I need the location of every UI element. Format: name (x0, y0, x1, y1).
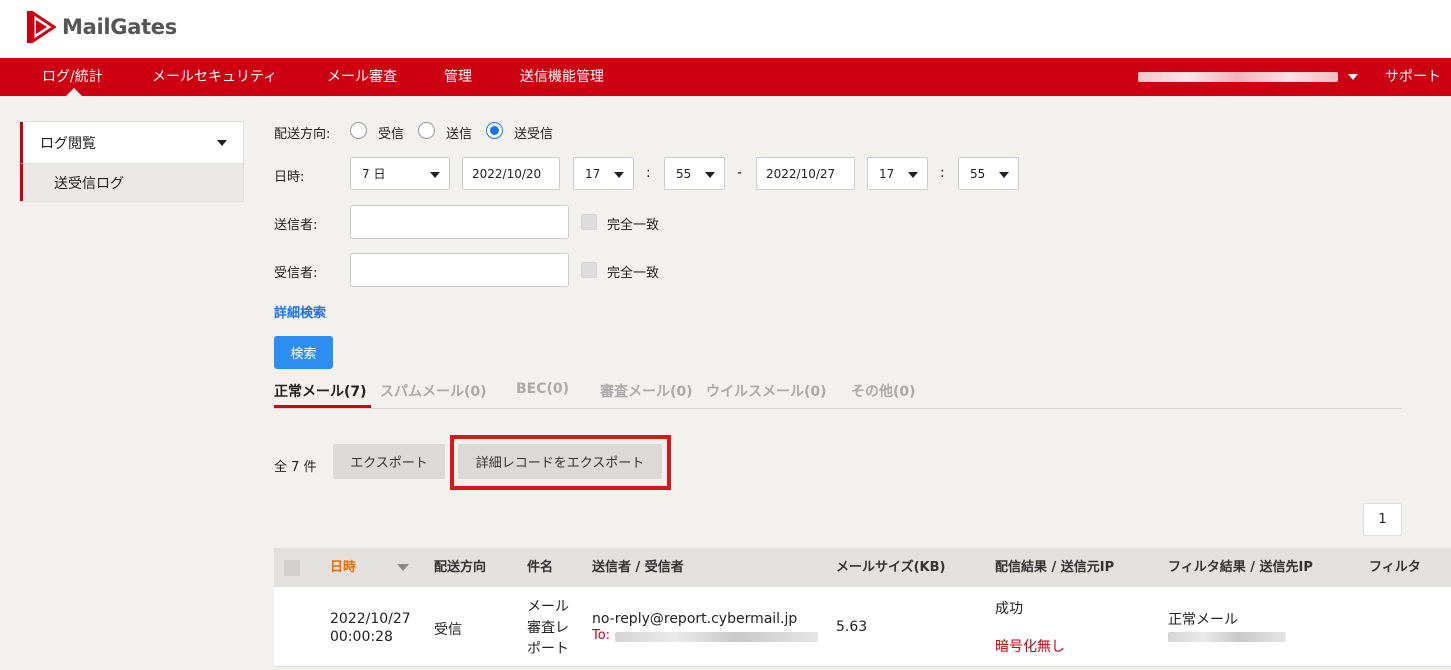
sidebar-section-log-view[interactable]: ログ閲覧 (20, 122, 243, 163)
sender-input[interactable] (350, 205, 569, 239)
tab-virus-mail[interactable]: ウイルスメール(0) (706, 381, 827, 401)
nav-admin[interactable]: 管理 (444, 58, 472, 96)
end-date-input[interactable]: 2022/10/27 (756, 157, 855, 190)
chevron-down-icon (430, 172, 440, 178)
top-header: MailGates (0, 0, 1451, 58)
radio-send-receive[interactable] (486, 122, 503, 139)
row-to-prefix: To: (592, 628, 611, 643)
end-minute-select[interactable]: 55 (958, 157, 1019, 190)
sidebar-item-mail-log[interactable]: 送受信ログ (20, 163, 243, 201)
result-count: 全 7 件 (274, 460, 317, 475)
receiver-label: 受信者: (274, 266, 318, 281)
sidebar-section-label: ログ閲覧 (40, 135, 96, 152)
tab-bec[interactable]: BEC(0) (516, 381, 569, 397)
table-header: 日時 配送方向 件名 送信者 / 受信者 メールサイズ(KB) 配信結果 / 送… (274, 548, 1451, 587)
period-value: 7 日 (362, 167, 386, 181)
select-all-checkbox[interactable] (284, 560, 300, 576)
time-colon: : (940, 165, 945, 181)
sender-exact-match-label: 完全一致 (607, 218, 660, 233)
export-button[interactable]: エクスポート (333, 444, 445, 479)
range-separator: - (737, 165, 743, 181)
row-subject-line: メール (527, 599, 569, 615)
app-name: MailGates (62, 15, 177, 39)
row-subject-line: 審査レ (527, 620, 569, 636)
user-menu[interactable] (1138, 58, 1358, 96)
col-delivery: 配信結果 / 送信元IP (995, 560, 1115, 575)
col-filter: フィルタ (1369, 560, 1421, 575)
receiver-input[interactable] (350, 253, 569, 287)
sidebar-item-label: 送受信ログ (54, 175, 124, 192)
redacted-recipient (615, 632, 818, 642)
radio-send-receive-label: 送受信 (514, 127, 554, 142)
sender-exact-match-checkbox[interactable] (581, 214, 597, 230)
radio-send-label: 送信 (446, 127, 473, 142)
receiver-exact-match-checkbox[interactable] (581, 262, 597, 278)
start-hour-value: 17 (585, 166, 601, 181)
main-nav: ログ/統計 メールセキュリティ メール審査 管理 送信機能管理 サポート (0, 58, 1451, 96)
table-row[interactable]: 2022/10/27 00:00:28 受信 メール 審査レ ポート no-re… (274, 587, 1451, 667)
col-subject: 件名 (527, 560, 554, 575)
mailgates-logo-icon (27, 10, 56, 44)
tab-normal-mail[interactable]: 正常メール(7) (274, 381, 367, 401)
row-sender[interactable]: no-reply@report.cybermail.jp (592, 611, 797, 627)
start-minute-value: 55 (676, 166, 692, 181)
col-datetime[interactable]: 日時 (330, 548, 356, 587)
end-hour-value: 17 (879, 166, 895, 181)
chevron-down-icon (705, 172, 715, 178)
advanced-search-link[interactable]: 詳細検索 (274, 302, 326, 321)
pagination-page[interactable]: 1 (1363, 503, 1402, 536)
chevron-down-icon (1348, 74, 1358, 80)
period-select[interactable]: 7 日 (350, 157, 450, 190)
search-button[interactable]: 検索 (274, 336, 333, 369)
highlight-box (450, 435, 671, 490)
nav-mail-security[interactable]: メールセキュリティ (152, 58, 277, 96)
chevron-down-icon (217, 139, 227, 146)
chevron-down-icon (614, 172, 624, 178)
sidebar: ログ閲覧 送受信ログ (19, 121, 244, 202)
end-minute-value: 55 (970, 166, 986, 181)
row-time: 00:00:28 (330, 629, 393, 645)
logo[interactable]: MailGates (26, 10, 177, 44)
chevron-down-icon (908, 172, 918, 178)
time-colon: : (646, 165, 651, 181)
receiver-exact-match-label: 完全一致 (607, 266, 660, 281)
redacted-destination-ip (1168, 632, 1286, 642)
radio-send[interactable] (418, 122, 435, 139)
tab-other[interactable]: その他(0) (851, 381, 916, 401)
radio-receive[interactable] (350, 122, 367, 139)
row-size: 5.63 (836, 619, 868, 635)
row-delivery-status: 成功 (995, 601, 1023, 617)
nav-mail-review[interactable]: メール審査 (327, 58, 397, 96)
end-hour-select[interactable]: 17 (867, 157, 928, 190)
date-label: 日時: (274, 170, 305, 185)
row-encryption: 暗号化無し (995, 639, 1065, 655)
start-minute-select[interactable]: 55 (664, 157, 725, 190)
col-direction: 配送方向 (434, 560, 487, 575)
col-sender-receiver: 送信者 / 受信者 (592, 560, 684, 575)
nav-send-management[interactable]: 送信機能管理 (520, 58, 604, 96)
redacted-username (1138, 72, 1338, 82)
tab-review-mail[interactable]: 審査メール(0) (600, 381, 693, 401)
row-filter-result: 正常メール (1168, 612, 1238, 628)
row-direction: 受信 (434, 622, 462, 638)
tab-spam-mail[interactable]: スパムメール(0) (380, 381, 487, 401)
active-nav-indicator (66, 88, 82, 96)
row-subject-line: ポート (527, 641, 569, 657)
radio-receive-label: 受信 (378, 127, 405, 142)
sort-desc-icon[interactable] (397, 564, 409, 571)
sender-label: 送信者: (274, 218, 318, 233)
start-hour-select[interactable]: 17 (573, 157, 634, 190)
nav-support[interactable]: サポート (1385, 58, 1441, 96)
direction-label: 配送方向: (274, 127, 331, 142)
chevron-down-icon (999, 172, 1009, 178)
row-date: 2022/10/27 (330, 611, 411, 627)
col-filter-result: フィルタ結果 / 送信先IP (1168, 560, 1313, 575)
tab-divider (274, 408, 1402, 409)
col-size: メールサイズ(KB) (836, 560, 946, 575)
start-date-input[interactable]: 2022/10/20 (462, 157, 560, 190)
